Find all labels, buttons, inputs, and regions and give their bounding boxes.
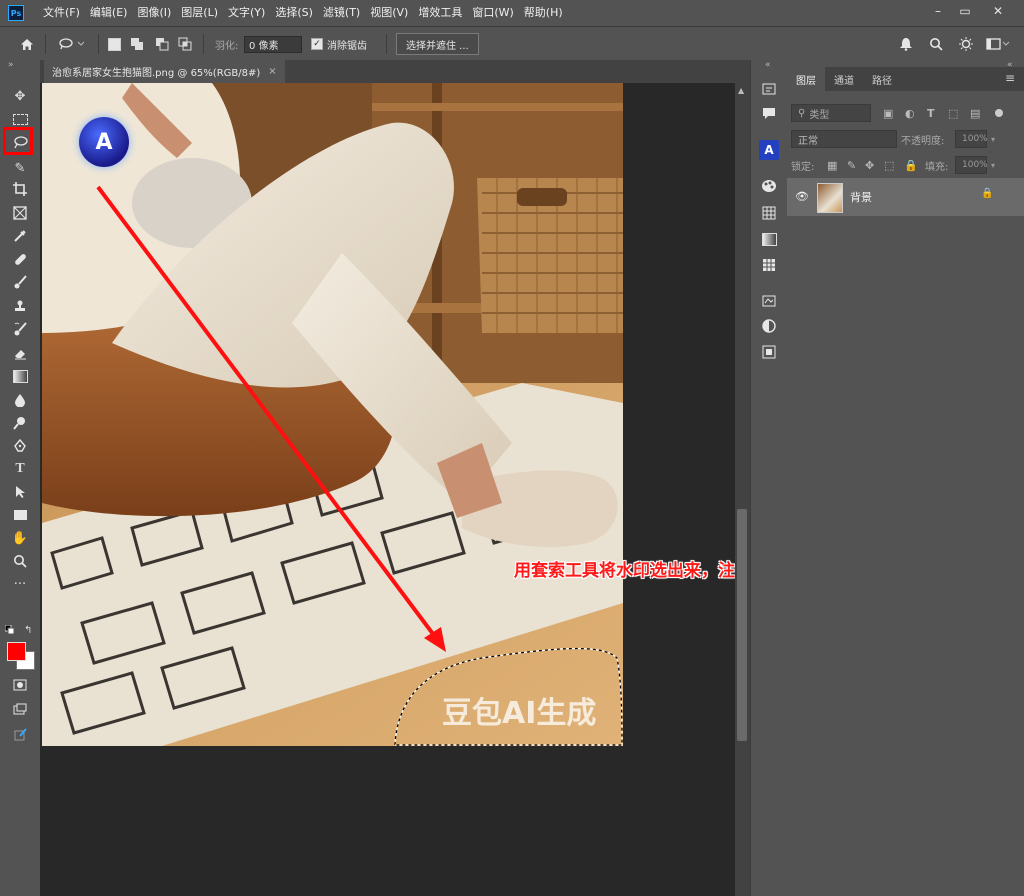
tab-layers[interactable]: 图层 (787, 67, 825, 91)
filter-shape-icon[interactable]: ⬚ (948, 107, 958, 120)
scroll-up-icon[interactable]: ▲ (738, 86, 744, 95)
layer-name[interactable]: 背景 (850, 189, 872, 205)
filter-adjustment-icon[interactable]: ◐ (905, 107, 915, 120)
opacity-input[interactable]: 100% (955, 130, 988, 148)
fill-dropdown-icon[interactable]: ▾ (991, 161, 995, 170)
filter-pixel-icon[interactable]: ▣ (883, 107, 893, 120)
vertical-scrollbar[interactable]: ▲ (735, 83, 750, 896)
tab-channels[interactable]: 通道 (825, 67, 863, 91)
opacity-label: 不透明度: (901, 135, 945, 147)
panel-tabs: 图层 通道 路径 ≡ (787, 67, 1024, 91)
filter-type-icon[interactable]: T (927, 107, 935, 120)
fill-label: 填充: (925, 161, 949, 173)
layer-thumbnail (817, 183, 843, 213)
filter-smart-object-icon[interactable]: ▤ (970, 107, 980, 120)
comments-panel-icon[interactable] (759, 104, 779, 122)
filter-toggle-icon[interactable] (995, 109, 1003, 117)
layer-lock-icon: 🔒 (981, 188, 994, 199)
layers-panel: « 图层 通道 路径 ≡ ⚲ 类型 ▣ ◐ T ⬚ ▤ 正常 不透明度: 100… (787, 60, 1024, 896)
swatches-panel-icon[interactable] (759, 204, 779, 222)
adjustments-panel-icon[interactable] (759, 317, 779, 335)
libraries-panel-icon[interactable] (759, 343, 779, 361)
plugin-a-icon[interactable]: A (759, 140, 779, 160)
filter-search-icon: ⚲ (798, 107, 806, 119)
gradients-panel-icon[interactable] (759, 230, 779, 248)
color-panel-icon[interactable] (759, 177, 779, 195)
history-panel-icon[interactable] (759, 80, 779, 98)
layer-row-background[interactable]: 👁 背景 🔒 (787, 178, 1024, 216)
lock-position-icon[interactable]: ✥ (865, 159, 874, 172)
fill-input[interactable]: 100% (955, 156, 988, 174)
layer-filter-value: 类型 (809, 109, 830, 121)
collapsed-panels-strip: « A (750, 60, 788, 896)
lock-all-icon[interactable]: 🔒 (904, 159, 918, 172)
panel-menu-icon[interactable]: ≡ (1005, 71, 1015, 85)
lock-artboard-icon[interactable]: ⬚ (884, 159, 894, 172)
tab-paths[interactable]: 路径 (863, 67, 901, 91)
opacity-dropdown-icon[interactable]: ▾ (991, 135, 995, 144)
lock-transparent-icon[interactable]: ▦ (827, 159, 837, 172)
lock-pixels-icon[interactable]: ✎ (847, 159, 856, 172)
scrollbar-thumb[interactable] (737, 509, 747, 741)
collapse-dock-icon[interactable]: « (765, 60, 771, 70)
layer-filter-select[interactable]: ⚲ 类型 (791, 104, 871, 122)
lock-label: 锁定: (791, 161, 815, 173)
blend-mode-select[interactable]: 正常 (791, 130, 897, 148)
patterns-panel-icon[interactable] (759, 256, 779, 274)
properties-panel-icon[interactable] (759, 291, 779, 309)
layer-visibility-eye-icon[interactable]: 👁 (795, 190, 809, 203)
